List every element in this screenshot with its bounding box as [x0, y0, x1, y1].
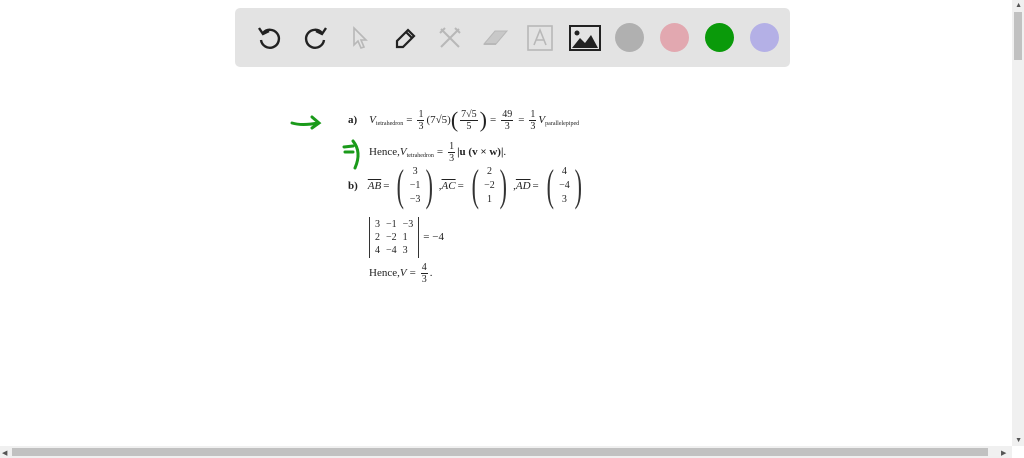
cell: 2: [375, 231, 380, 243]
den: 3: [418, 120, 424, 132]
line-hence-1: Hence, Vtetrahedron = 13 |u (v × w)|.: [369, 139, 506, 165]
num: 1: [417, 108, 425, 121]
cell: −3: [409, 194, 421, 205]
part-label: a): [348, 114, 358, 126]
color-green[interactable]: [697, 15, 742, 60]
den: 3: [530, 120, 536, 132]
scroll-left-icon[interactable]: ◀: [2, 449, 7, 457]
vector-ac-label: AC: [441, 180, 456, 192]
v-symbol: V: [399, 267, 407, 279]
subscript: tetrahedron: [375, 121, 404, 127]
term: (7√5): [426, 114, 451, 126]
vertical-scrollbar[interactable]: [1012, 0, 1024, 446]
v-symbol: V: [538, 114, 546, 126]
cell: 2: [486, 166, 492, 177]
expression: |u (v × w)|: [457, 146, 504, 158]
fraction: 49 3: [501, 108, 514, 132]
num: 1: [529, 108, 537, 121]
num: 1: [448, 140, 456, 153]
scroll-right-icon[interactable]: ▶: [1001, 449, 1006, 457]
line-b: b) AB = (3 −1 −3) , AC = (2 −2 1) , AD = (4 −4 3): [348, 163, 588, 209]
vector-ab-label: AB: [367, 180, 382, 192]
cell: −1: [386, 218, 397, 230]
equals: =: [518, 114, 525, 126]
den: 3: [421, 273, 427, 285]
cell: 4: [561, 166, 567, 177]
color-lavender[interactable]: [742, 15, 787, 60]
equals: =: [436, 146, 444, 158]
tools-icon[interactable]: [427, 15, 472, 60]
subscript: parallelepiped: [545, 121, 580, 127]
cell: 3: [375, 218, 380, 230]
cell: 3: [402, 244, 408, 256]
den: 3: [504, 120, 510, 132]
cell: −2: [484, 180, 495, 191]
hence-text: Hence,: [369, 146, 400, 158]
line-determinant: 3 −1 −3 2 −2 1 4 −4 3 = −4: [369, 214, 444, 260]
fraction: 13: [417, 108, 425, 132]
fraction: 13: [529, 108, 537, 132]
pen-icon[interactable]: [382, 15, 427, 60]
image-icon[interactable]: [562, 15, 607, 60]
cell: 1: [402, 231, 408, 243]
vector-ab: (3 −1 −3): [397, 161, 434, 210]
cell: 3: [561, 194, 567, 205]
v-symbol: V: [399, 146, 407, 158]
equals: =: [457, 180, 464, 192]
scroll-up-icon[interactable]: ▲: [1015, 1, 1022, 9]
scroll-thumb[interactable]: [1014, 12, 1022, 60]
undo-icon[interactable]: [247, 15, 292, 60]
vector-ad-label: AD: [515, 180, 531, 192]
color-gray[interactable]: [607, 15, 652, 60]
color-pink[interactable]: [652, 15, 697, 60]
fraction: 13: [448, 140, 456, 164]
equals: =: [409, 267, 416, 279]
hence-text: Hence,: [369, 267, 400, 279]
fraction: 7√5 5: [460, 109, 478, 132]
equals: =: [532, 180, 539, 192]
cell: 3: [412, 166, 418, 177]
vector-ac: (2 −2 1): [471, 161, 508, 210]
num: 7√5: [460, 108, 478, 121]
den: 3: [449, 152, 455, 164]
select-icon[interactable]: [337, 15, 382, 60]
num: 49: [501, 108, 514, 121]
determinant: 3 −1 −3 2 −2 1 4 −4 3: [369, 216, 420, 258]
line-a: a) Vtetrahedron = 13 (7√5) (7√5 5) = 49 3 …: [348, 107, 580, 132]
v-symbol: V: [369, 114, 376, 126]
determinant-result: = −4: [423, 231, 444, 243]
redo-icon[interactable]: [292, 15, 337, 60]
part-label: b): [348, 180, 358, 192]
equals: =: [383, 180, 390, 192]
cell: 4: [375, 244, 380, 256]
cell: −4: [386, 244, 397, 256]
scroll-thumb[interactable]: [12, 448, 988, 456]
equals: =: [406, 114, 413, 126]
period: .: [429, 267, 433, 279]
cell: −2: [386, 231, 397, 243]
den: 5: [466, 120, 472, 132]
toolbar: [235, 8, 790, 67]
text-icon[interactable]: [517, 15, 562, 60]
scroll-down-icon[interactable]: ▼: [1015, 436, 1022, 444]
cell: 1: [486, 194, 492, 205]
eraser-icon[interactable]: [472, 15, 517, 60]
cell: −3: [402, 218, 414, 230]
horizontal-scrollbar[interactable]: [0, 446, 1012, 458]
equals: =: [489, 114, 497, 126]
cell: −4: [559, 180, 570, 191]
fraction: 43: [420, 261, 428, 285]
vector-ad: (4 −4 3): [546, 161, 583, 210]
subscript: tetrahedron: [406, 153, 434, 159]
line-hence-2: Hence, V = 43 .: [369, 260, 433, 286]
cell: −1: [409, 180, 421, 191]
green-arrow-annotation: [290, 115, 322, 130]
num: 4: [420, 261, 428, 274]
period: .: [503, 146, 507, 158]
